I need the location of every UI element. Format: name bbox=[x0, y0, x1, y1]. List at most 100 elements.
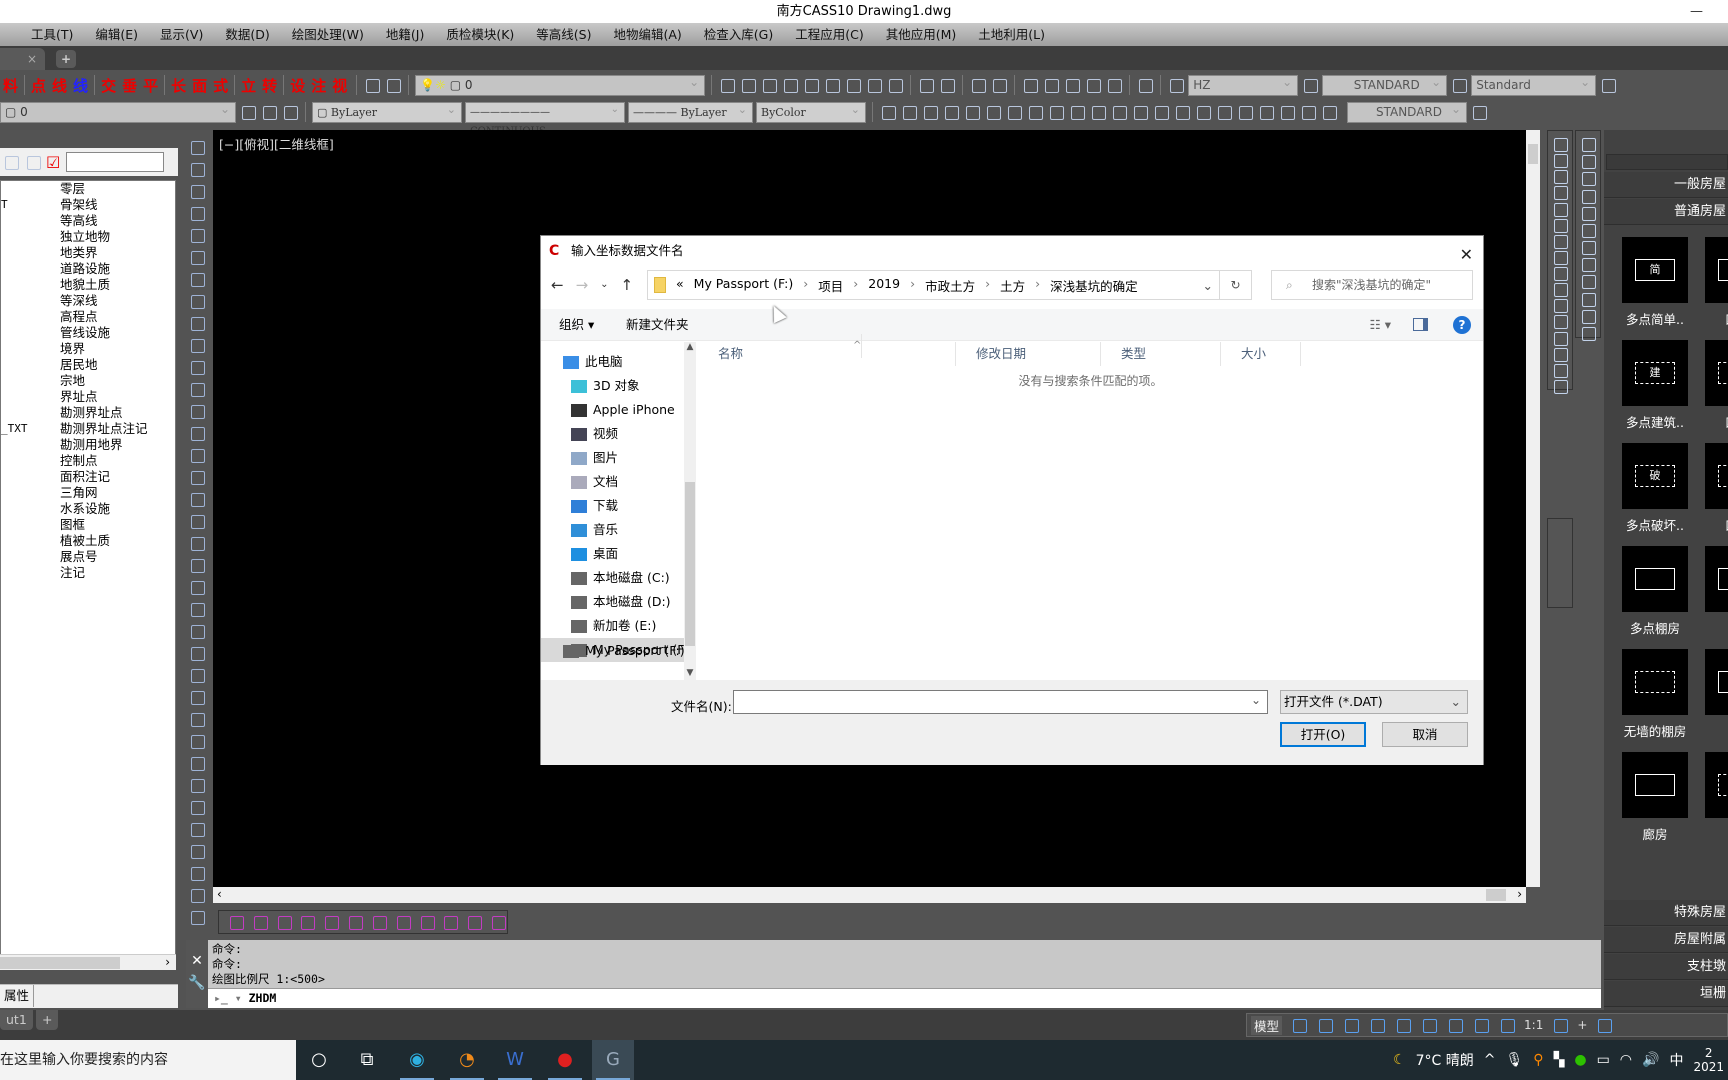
dimension-tool-icon[interactable] bbox=[900, 103, 918, 121]
palette-item[interactable]: 简多点简单.. bbox=[1622, 237, 1688, 333]
modify-tool-icon[interactable] bbox=[1579, 221, 1597, 239]
nav-item[interactable]: 图片 bbox=[541, 446, 684, 470]
checkbox-icon[interactable]: ☑ bbox=[46, 153, 60, 172]
weather[interactable]: 7°C 晴朗 bbox=[1416, 1050, 1474, 1070]
draw-tool-icon[interactable] bbox=[188, 490, 206, 508]
properties-icon[interactable] bbox=[969, 76, 987, 94]
extend-icon[interactable] bbox=[1105, 76, 1123, 94]
palette-section[interactable]: 特殊房屋 bbox=[1604, 900, 1728, 926]
modify-tool-icon[interactable] bbox=[1551, 248, 1569, 266]
copy-icon[interactable] bbox=[1063, 76, 1081, 94]
nav-item[interactable]: Apple iPhone bbox=[541, 398, 684, 422]
nav-item[interactable]: 3D 对象 bbox=[541, 374, 684, 398]
draw-tool-icon[interactable] bbox=[188, 644, 206, 662]
draw-tool-icon[interactable] bbox=[188, 402, 206, 420]
battery-icon[interactable]: ▭ bbox=[1597, 1052, 1610, 1068]
zoom-extents-icon[interactable] bbox=[844, 76, 862, 94]
menu-item[interactable]: 数据(D) bbox=[214, 23, 280, 46]
modify-tool-icon[interactable] bbox=[1579, 135, 1597, 153]
dimension-tool-icon[interactable] bbox=[1257, 103, 1275, 121]
draw-tool-icon[interactable] bbox=[188, 798, 206, 816]
palette-section[interactable]: 房屋附属 bbox=[1604, 927, 1728, 953]
nav-item[interactable]: 音乐 bbox=[541, 518, 684, 542]
redo-icon[interactable] bbox=[938, 76, 956, 94]
vertical-scrollbar[interactable] bbox=[1526, 130, 1540, 887]
draw-tool-icon[interactable] bbox=[188, 468, 206, 486]
menu-item[interactable]: 工具(T) bbox=[20, 23, 84, 46]
cortana-icon[interactable]: ○ bbox=[298, 1040, 340, 1080]
draw-tool-icon[interactable] bbox=[188, 138, 206, 156]
layer-row[interactable]: 零层 bbox=[1, 181, 175, 197]
modify-tool-icon[interactable] bbox=[1579, 152, 1597, 170]
viewport-controls[interactable]: [−][俯视][二维线框] bbox=[219, 134, 334, 153]
layer-row[interactable]: 控制点 bbox=[1, 453, 175, 469]
dimension-tool-icon[interactable] bbox=[1026, 103, 1044, 121]
layer-filter-icon[interactable] bbox=[2, 153, 20, 171]
column-type[interactable]: 类型 bbox=[1101, 342, 1221, 366]
palette-item[interactable]: 破多点破坏.. bbox=[1622, 443, 1688, 539]
ortho-icon[interactable] bbox=[1342, 1016, 1360, 1034]
draw-tool-icon[interactable] bbox=[188, 534, 206, 552]
filename-dropdown-icon[interactable]: ⌄ bbox=[1251, 693, 1261, 707]
modify-tool-icon[interactable] bbox=[1579, 204, 1597, 221]
cass-tool-button[interactable]: 料 bbox=[0, 75, 21, 96]
new-tab-button[interactable]: + bbox=[56, 50, 76, 68]
palette-item[interactable]: 无墙的棚房 bbox=[1622, 649, 1688, 745]
wechat-icon[interactable]: ● bbox=[1574, 1052, 1586, 1068]
show-hidden-icons[interactable]: ^ bbox=[1484, 1052, 1496, 1068]
table-style-dropdown[interactable]: Standard bbox=[1471, 73, 1597, 96]
clock[interactable]: 2 2021 bbox=[1693, 1046, 1724, 1074]
dim-style-dropdown[interactable]: STANDARD bbox=[1322, 73, 1448, 96]
breadcrumb-item[interactable]: 市政土方 bbox=[925, 276, 975, 295]
layer-row[interactable]: 高程点 bbox=[1, 309, 175, 325]
modify-tool-icon[interactable] bbox=[1551, 135, 1569, 153]
lineweight-dropdown[interactable]: ———— ByLayer bbox=[628, 100, 753, 123]
layer-state-dropdown[interactable]: 💡☼ ▢ 0 bbox=[415, 73, 706, 96]
modify-tool-icon[interactable] bbox=[1551, 264, 1569, 282]
cass-property-icon[interactable] bbox=[275, 913, 293, 931]
draw-tool-icon[interactable] bbox=[188, 512, 206, 530]
modify-tool-icon[interactable] bbox=[1551, 329, 1569, 346]
nav-item[interactable]: 桌面 bbox=[541, 542, 684, 566]
draw-tool-icon[interactable] bbox=[188, 226, 206, 244]
design-center-icon[interactable] bbox=[990, 76, 1008, 94]
layer-row[interactable]: 注记 bbox=[1, 565, 175, 581]
task-view-icon[interactable]: ⧉ bbox=[346, 1040, 388, 1080]
layer-manager-icon[interactable] bbox=[363, 76, 381, 94]
text-style-dropdown[interactable]: HZ bbox=[1188, 73, 1299, 96]
palette-item[interactable]: 四点 bbox=[1705, 237, 1728, 333]
column-size[interactable]: 大小 bbox=[1221, 342, 1301, 366]
document-tab[interactable]: × bbox=[0, 48, 45, 70]
cass-tool-button[interactable]: 注 bbox=[308, 75, 329, 96]
search-tray-icon[interactable]: ⚲ bbox=[1533, 1052, 1543, 1068]
dimension-tool-icon[interactable] bbox=[1005, 103, 1023, 121]
nav-item[interactable]: My Passport (F:) bbox=[541, 639, 684, 663]
cass-tool-button[interactable]: 面 bbox=[189, 75, 210, 96]
tab-properties[interactable]: 属性 bbox=[0, 985, 35, 1007]
nav-item[interactable]: 本地磁盘 (D:) bbox=[541, 590, 684, 614]
modify-tool-icon[interactable] bbox=[1579, 307, 1597, 324]
menu-item[interactable]: 地籍(J) bbox=[375, 23, 435, 46]
draw-tool-icon[interactable] bbox=[188, 424, 206, 442]
layer-row[interactable]: 独立地物 bbox=[1, 229, 175, 245]
workspace-gear-icon[interactable] bbox=[1551, 1016, 1569, 1034]
layer-list-scrollbar[interactable]: › bbox=[0, 954, 176, 970]
draw-tool-icon[interactable] bbox=[188, 842, 206, 860]
linetype-dropdown[interactable]: ———————— CONTINUOUS bbox=[465, 100, 625, 137]
modify-tool-icon[interactable] bbox=[1579, 272, 1597, 290]
dimension-tool-icon[interactable] bbox=[1110, 103, 1128, 121]
help-icon[interactable]: ? bbox=[1453, 316, 1471, 334]
add-layout-button[interactable]: + bbox=[36, 1010, 59, 1030]
cass-tool-button[interactable]: 设 bbox=[287, 75, 308, 96]
modify-tool-icon[interactable] bbox=[1551, 345, 1569, 362]
menu-item[interactable]: 编辑(E) bbox=[84, 23, 149, 46]
modify-tool-icon[interactable] bbox=[1551, 280, 1569, 298]
dimension-tool-icon[interactable] bbox=[1131, 103, 1149, 121]
breadcrumb-item[interactable]: 土方 bbox=[1000, 276, 1025, 295]
dimension-tool-icon[interactable] bbox=[1089, 103, 1107, 121]
modify-tool-icon[interactable] bbox=[1579, 238, 1597, 256]
ime-indicator[interactable]: 中 bbox=[1669, 1050, 1683, 1070]
open-icon[interactable] bbox=[718, 76, 736, 94]
isolate-objects-icon[interactable] bbox=[1595, 1016, 1613, 1034]
polar-icon[interactable] bbox=[1368, 1016, 1386, 1034]
